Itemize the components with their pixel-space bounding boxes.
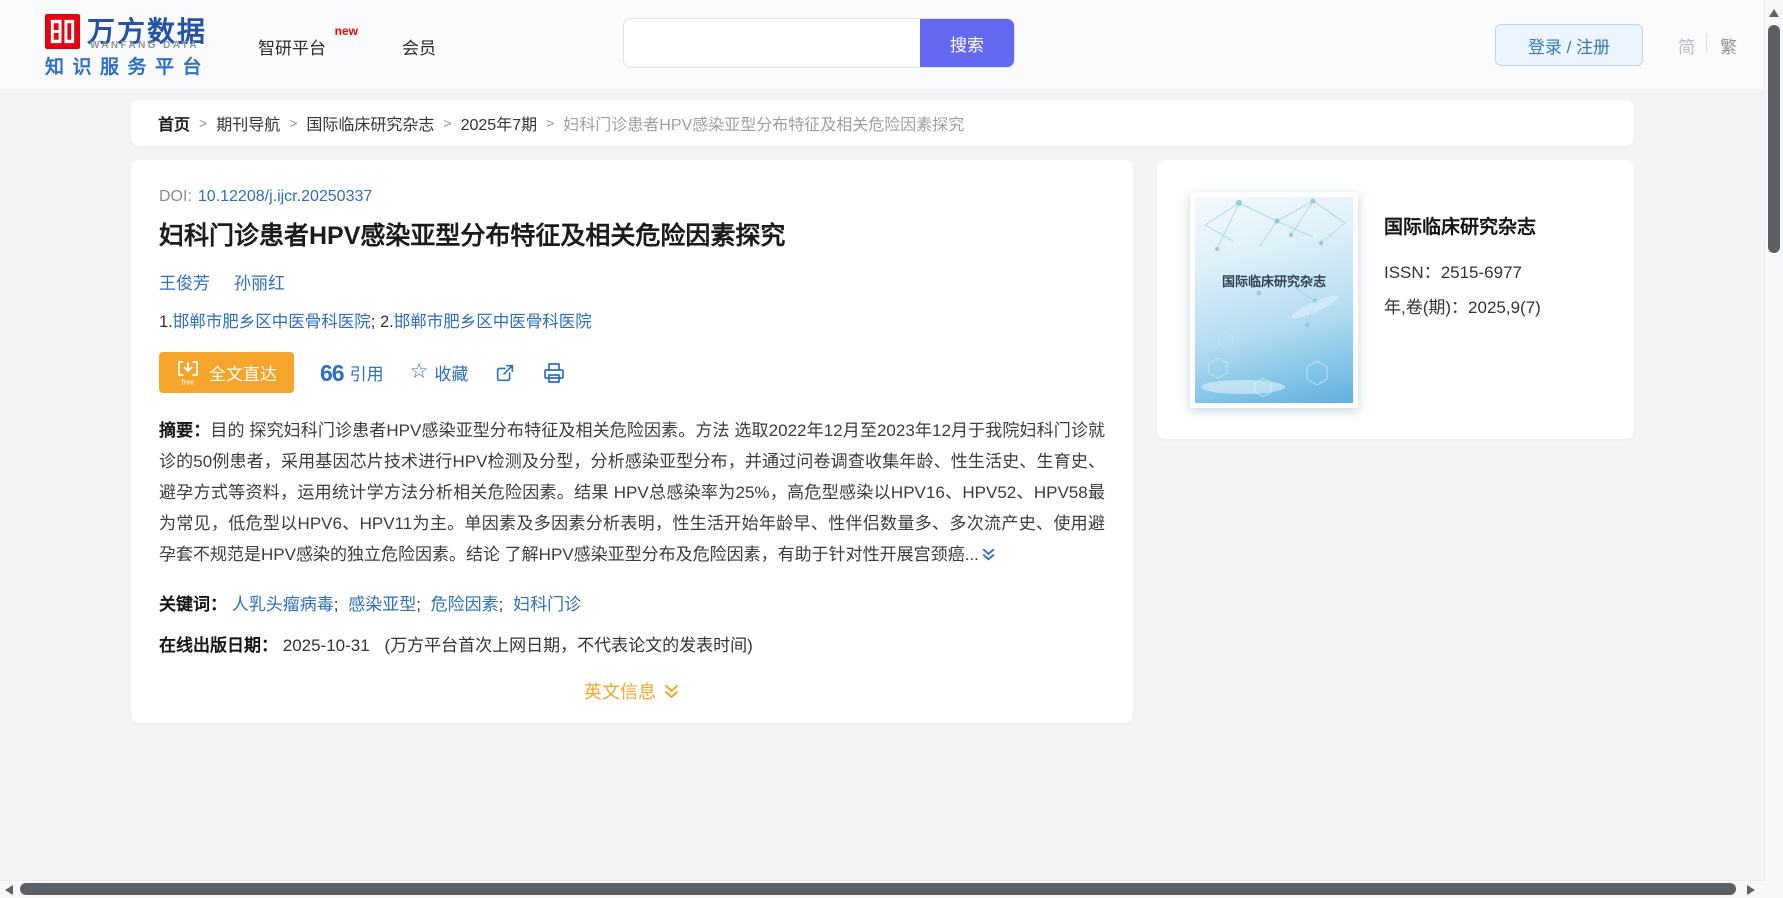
header: 万方数据 WANFANG DATA 知识服务平台 智研平台 new 会员 搜索 … <box>0 0 1783 89</box>
doi-label: DOI: <box>159 188 192 205</box>
lang-traditional[interactable]: 繁 <box>1720 33 1737 58</box>
share-icon <box>497 364 514 381</box>
brand-name-en: WANFANG DATA <box>90 40 199 51</box>
lang-divider <box>1706 33 1707 52</box>
print-icon <box>544 362 565 383</box>
online-date-note: (万方平台首次上网日期，不代表论文的发表时间) <box>384 636 753 655</box>
journal-cover-art <box>1201 198 1346 398</box>
nav-zhiyan-platform[interactable]: 智研平台 new <box>258 24 358 59</box>
doi-row: DOI: 10.12208/j.ijcr.20250337 <box>159 188 1105 206</box>
breadcrumb-separator: > <box>289 115 298 131</box>
breadcrumb: 首页 > 期刊导航 > 国际临床研究杂志 > 2025年7期 > 妇科门诊患者H… <box>131 100 1634 146</box>
english-info-toggle[interactable]: 英文信息 <box>159 678 1105 704</box>
journal-cover-title: 国际临床研究杂志 <box>1221 274 1326 290</box>
abstract: 摘要：目的 探究妇科门诊患者HPV感染亚型分布特征及相关危险因素。方法 选取20… <box>159 415 1105 572</box>
fulltext-label: 全文直达 <box>209 365 277 384</box>
horizontal-scrollbar-thumb[interactable] <box>20 883 1736 895</box>
fulltext-download-icon: free <box>178 360 198 386</box>
double-chevron-down-icon <box>665 684 678 698</box>
breadcrumb-journal-nav[interactable]: 期刊导航 <box>216 111 280 135</box>
wanfang-logo[interactable]: 万方数据 WANFANG DATA 知识服务平台 <box>45 11 245 79</box>
quote-icon: 66 <box>320 360 345 386</box>
abstract-text: 目的 探究妇科门诊患者HPV感染亚型分布特征及相关危险因素。方法 选取2022年… <box>159 421 1105 564</box>
breadcrumb-separator: > <box>546 115 555 131</box>
vertical-scrollbar-thumb[interactable] <box>1768 25 1780 253</box>
doi-link[interactable]: 10.12208/j.ijcr.20250337 <box>198 188 372 205</box>
article-title: 妇科门诊患者HPV感染亚型分布特征及相关危险因素探究 <box>159 222 786 250</box>
journal-cover[interactable]: 国际临床研究杂志 <box>1190 192 1358 408</box>
keyword-link[interactable]: 人乳头瘤病毒 <box>232 595 334 614</box>
journal-issn-row: ISSN：2515-6977 <box>1384 258 1522 283</box>
nav-member[interactable]: 会员 <box>402 34 436 59</box>
print-button[interactable] <box>542 361 566 385</box>
volume-label: 年,卷(期)： <box>1384 298 1469 317</box>
abstract-label: 摘要： <box>159 421 211 440</box>
search-input[interactable] <box>624 19 920 67</box>
online-date-value: 2025-10-31 <box>282 636 370 655</box>
cite-label: 引用 <box>349 365 384 384</box>
svg-text:free: free <box>182 377 195 386</box>
keywords-label: 关键词： <box>159 595 227 614</box>
keyword-separator: ; <box>333 595 339 614</box>
affiliation-no: 1. <box>159 313 173 331</box>
journal-volume-row: 年,卷(期)：2025,9(7) <box>1384 293 1541 318</box>
keyword-separator: ; <box>498 595 504 614</box>
volume-value: 2025,9(7) <box>1468 298 1541 317</box>
affiliation-list: 1.邯郸市肥乡区中医骨科医院; 2.邯郸市肥乡区中医骨科医院 <box>159 308 1105 332</box>
journal-card: 国际临床研究杂志 国际临床研究杂志 ISSN：2515-6977 年,卷(期)：… <box>1157 160 1634 439</box>
search-button[interactable]: 搜索 <box>920 19 1014 67</box>
cite-button[interactable]: 66 引用 <box>320 360 384 385</box>
share-button[interactable] <box>494 362 516 384</box>
vertical-scrollbar[interactable] <box>1764 0 1783 880</box>
issn-value: 2515-6977 <box>1440 263 1522 282</box>
affiliation-separator: ; <box>370 313 380 331</box>
search-bar: 搜索 <box>623 18 1015 68</box>
journal-name[interactable]: 国际临床研究杂志 <box>1384 212 1536 239</box>
affiliation-link[interactable]: 邯郸市肥乡区中医骨科医院 <box>394 313 592 331</box>
login-register-button[interactable]: 登录 / 注册 <box>1495 24 1643 66</box>
affiliation-no: 2. <box>379 313 394 331</box>
favorite-label: 收藏 <box>434 365 469 384</box>
breadcrumb-home[interactable]: 首页 <box>158 111 190 135</box>
breadcrumb-separator: > <box>443 115 452 131</box>
keyword-link[interactable]: 危险因素 <box>431 595 499 614</box>
online-publish-row: 在线出版日期： 2025-10-31 (万方平台首次上网日期，不代表论文的发表时… <box>159 631 1105 656</box>
scrollbar-corner <box>1764 880 1783 898</box>
wanfang-logo-icon <box>45 14 80 49</box>
page: 万方数据 WANFANG DATA 知识服务平台 智研平台 new 会员 搜索 … <box>0 0 1783 898</box>
online-date-label: 在线出版日期： <box>159 636 278 655</box>
favorite-button[interactable]: ☆ 收藏 <box>410 360 469 385</box>
english-info-label: 英文信息 <box>584 682 656 702</box>
action-bar: free 全文直达 66 引用 ☆ 收藏 <box>159 352 1105 393</box>
scroll-left-arrow-icon[interactable] <box>5 885 13 895</box>
keyword-link[interactable]: 感染亚型 <box>348 595 416 614</box>
expand-abstract-button[interactable] <box>981 541 996 572</box>
breadcrumb-current: 妇科门诊患者HPV感染亚型分布特征及相关危险因素探究 <box>563 117 965 134</box>
fulltext-button[interactable]: free 全文直达 <box>159 352 294 393</box>
keyword-separator: ; <box>416 595 421 614</box>
author-link[interactable]: 王俊芳 <box>159 269 210 294</box>
double-chevron-down-icon <box>982 548 995 561</box>
author-link[interactable]: 孙丽红 <box>234 269 285 294</box>
article-card: DOI: 10.12208/j.ijcr.20250337 妇科门诊患者HPV感染… <box>131 160 1133 723</box>
scroll-right-arrow-icon[interactable] <box>1747 885 1755 895</box>
breadcrumb-issue[interactable]: 2025年7期 <box>461 111 538 135</box>
lang-simplified[interactable]: 简 <box>1678 33 1695 58</box>
breadcrumb-journal[interactable]: 国际临床研究杂志 <box>306 111 434 135</box>
scroll-up-arrow-icon[interactable] <box>1769 9 1779 17</box>
affiliation-link[interactable]: 邯郸市肥乡区中医骨科医院 <box>173 313 371 331</box>
new-badge: new <box>334 24 358 38</box>
brand-tagline: 知识服务平台 <box>45 57 211 78</box>
star-icon: ☆ <box>409 360 429 383</box>
author-list: 王俊芳 孙丽红 <box>159 269 1105 294</box>
keywords-row: 关键词： 人乳头瘤病毒; 感染亚型; 危险因素; 妇科门诊 <box>159 590 1105 615</box>
issn-label: ISSN： <box>1384 263 1441 282</box>
keyword-link[interactable]: 妇科门诊 <box>513 595 581 614</box>
horizontal-scrollbar[interactable] <box>0 880 1783 898</box>
breadcrumb-separator: > <box>199 115 208 131</box>
